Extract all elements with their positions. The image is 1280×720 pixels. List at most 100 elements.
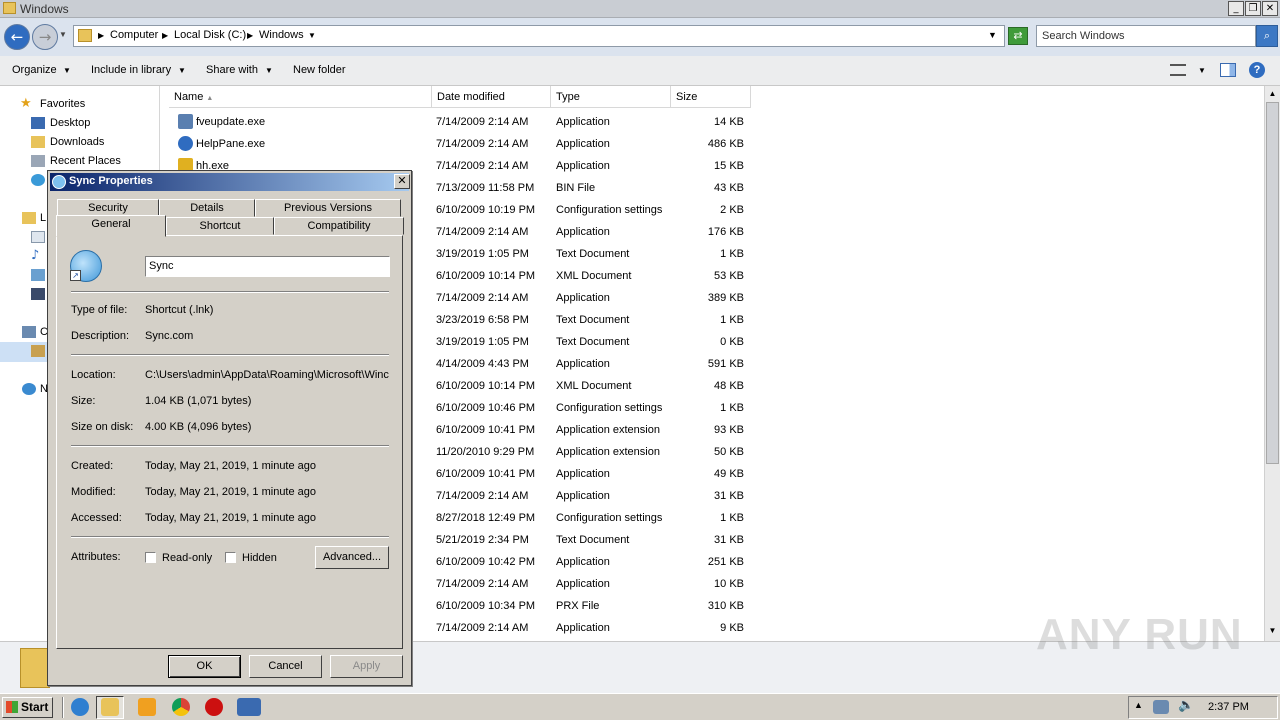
opera-icon[interactable]	[205, 698, 223, 716]
keyboard-icon[interactable]	[237, 698, 261, 716]
created-label: Created:	[71, 460, 114, 472]
file-date: 3/19/2019 1:05 PM	[436, 336, 529, 348]
refresh-button[interactable]: ⇄	[1008, 27, 1028, 45]
column-header-name[interactable]: Name ▲	[169, 86, 432, 108]
file-date: 6/10/2009 10:34 PM	[436, 600, 536, 612]
file-size: 389 KB	[707, 292, 744, 304]
description-label: Description:	[71, 330, 130, 342]
search-icon[interactable]: ⌕	[1256, 25, 1278, 47]
help-icon[interactable]: ?	[1249, 62, 1265, 78]
chrome-icon[interactable]	[172, 698, 190, 716]
nav-desktop[interactable]: Desktop	[50, 117, 90, 129]
nav-recent-places[interactable]: Recent Places	[50, 155, 121, 167]
scroll-down-arrow[interactable]: ▼	[1266, 624, 1279, 637]
chevron-icon[interactable]: ▶	[98, 31, 104, 40]
read-only-checkbox[interactable]	[145, 552, 156, 563]
address-history-dropdown[interactable]: ▼	[988, 30, 997, 40]
type-of-file-value: Shortcut (.lnk)	[145, 304, 214, 316]
chevron-down-icon[interactable]: ▼	[1198, 66, 1206, 75]
preview-pane-icon[interactable]	[1220, 63, 1236, 77]
internet-explorer-icon[interactable]	[71, 698, 89, 716]
clock[interactable]: 2:37 PM	[1208, 701, 1249, 713]
file-type: Application extension	[556, 424, 660, 436]
forward-button[interactable]: →	[32, 24, 58, 50]
tab-page-general: ↗ Sync Type of file: Shortcut (.lnk) Des…	[56, 235, 403, 649]
name-field-value: Sync	[149, 260, 174, 272]
tab-previous-versions[interactable]: Previous Versions	[255, 199, 401, 217]
search-input[interactable]: Search Windows	[1036, 25, 1256, 47]
tab-general[interactable]: General	[56, 215, 166, 237]
recent-pages-dropdown[interactable]: ▼	[59, 30, 67, 39]
address-bar[interactable]: ▶ Computer ▶ Local Disk (C:) ▶ Windows ▼…	[73, 25, 1005, 47]
close-button[interactable]: ✕	[1262, 1, 1278, 16]
file-date: 6/10/2009 10:19 PM	[436, 204, 536, 216]
file-date: 7/14/2009 2:14 AM	[436, 116, 529, 128]
hidden-checkbox[interactable]	[225, 552, 236, 563]
dialog-close-button[interactable]: ✕	[394, 174, 410, 189]
maximize-button[interactable]: ❐	[1245, 1, 1261, 16]
file-date: 3/23/2019 6:58 PM	[436, 314, 529, 326]
scroll-thumb[interactable]	[1266, 102, 1279, 464]
drive-icon	[31, 345, 45, 357]
name-field[interactable]: Sync	[145, 256, 390, 277]
view-options-icon[interactable]	[1170, 64, 1186, 76]
separator	[71, 291, 389, 293]
file-type: Configuration settings	[556, 402, 663, 414]
file-type: PRX File	[556, 600, 600, 612]
file-type: Application	[556, 292, 610, 304]
back-button[interactable]: ←	[4, 24, 30, 50]
advanced-button[interactable]: Advanced...	[315, 546, 389, 569]
cancel-button[interactable]: Cancel	[249, 655, 322, 678]
column-header-date[interactable]: Date modified	[432, 86, 551, 108]
chevron-icon[interactable]: ▶	[162, 31, 168, 40]
file-size: 93 KB	[714, 424, 744, 436]
hidden-label[interactable]: Hidden	[242, 552, 277, 564]
location-value: C:\Users\admin\AppData\Roaming\Microsoft…	[145, 369, 389, 381]
chevron-down-icon: ▼	[178, 66, 186, 75]
file-type: Application	[556, 358, 610, 370]
file-size: 10 KB	[714, 578, 744, 590]
new-folder-button[interactable]: New folder	[293, 64, 346, 76]
search-placeholder: Search Windows	[1042, 30, 1125, 42]
apply-button[interactable]: Apply	[330, 655, 403, 678]
read-only-label[interactable]: Read-only	[162, 552, 212, 564]
breadcrumb-computer[interactable]: Computer	[110, 29, 158, 41]
chevron-down-icon[interactable]: ▼	[308, 31, 316, 40]
nav-downloads[interactable]: Downloads	[50, 136, 104, 148]
nav-libraries[interactable]: L	[40, 212, 46, 224]
media-player-icon[interactable]	[138, 698, 156, 716]
minimize-button[interactable]: _	[1228, 1, 1244, 16]
chevron-icon[interactable]: ▶	[247, 31, 253, 40]
type-of-file-label: Type of file:	[71, 304, 128, 316]
share-with-button[interactable]: Share with	[206, 64, 258, 76]
separator	[71, 354, 389, 356]
libraries-icon	[22, 212, 36, 224]
table-row[interactable]: fveupdate.exe 7/14/2009 2:14 AM Applicatio…	[161, 111, 1264, 133]
dialog-title-bar[interactable]: Sync Properties ✕	[50, 173, 410, 191]
nav-favorites[interactable]: Favorites	[40, 98, 85, 110]
volume-icon[interactable]: 🔈	[1178, 698, 1194, 713]
column-header-type[interactable]: Type	[551, 86, 671, 108]
file-name: fveupdate.exe	[196, 116, 266, 128]
start-button[interactable]: Start	[2, 697, 53, 718]
tab-details[interactable]: Details	[159, 199, 255, 217]
file-date: 11/20/2010 9:29 PM	[436, 446, 535, 458]
tab-shortcut[interactable]: Shortcut	[166, 217, 274, 235]
breadcrumb-windows[interactable]: Windows	[259, 29, 304, 41]
vertical-scrollbar[interactable]: ▲ ▼	[1264, 86, 1280, 641]
chevron-up-icon[interactable]: ▲	[1134, 700, 1143, 710]
tray-area	[1128, 696, 1278, 719]
tab-compatibility[interactable]: Compatibility	[274, 217, 404, 235]
file-type: Application	[556, 138, 610, 150]
scroll-up-arrow[interactable]: ▲	[1266, 87, 1279, 100]
file-icon	[178, 136, 193, 151]
star-icon: ★	[20, 96, 32, 111]
breadcrumb-local-disk[interactable]: Local Disk (C:)	[174, 29, 246, 41]
organize-button[interactable]: Organize	[12, 64, 57, 76]
column-header-size[interactable]: Size	[671, 86, 751, 108]
table-row[interactable]: HelpPane.exe 7/14/2009 2:14 AM Application…	[161, 133, 1264, 155]
file-size: 251 KB	[707, 556, 744, 568]
network-tray-icon[interactable]	[1153, 700, 1169, 714]
include-in-library-button[interactable]: Include in library	[91, 64, 171, 76]
ok-button[interactable]: OK	[168, 655, 241, 678]
